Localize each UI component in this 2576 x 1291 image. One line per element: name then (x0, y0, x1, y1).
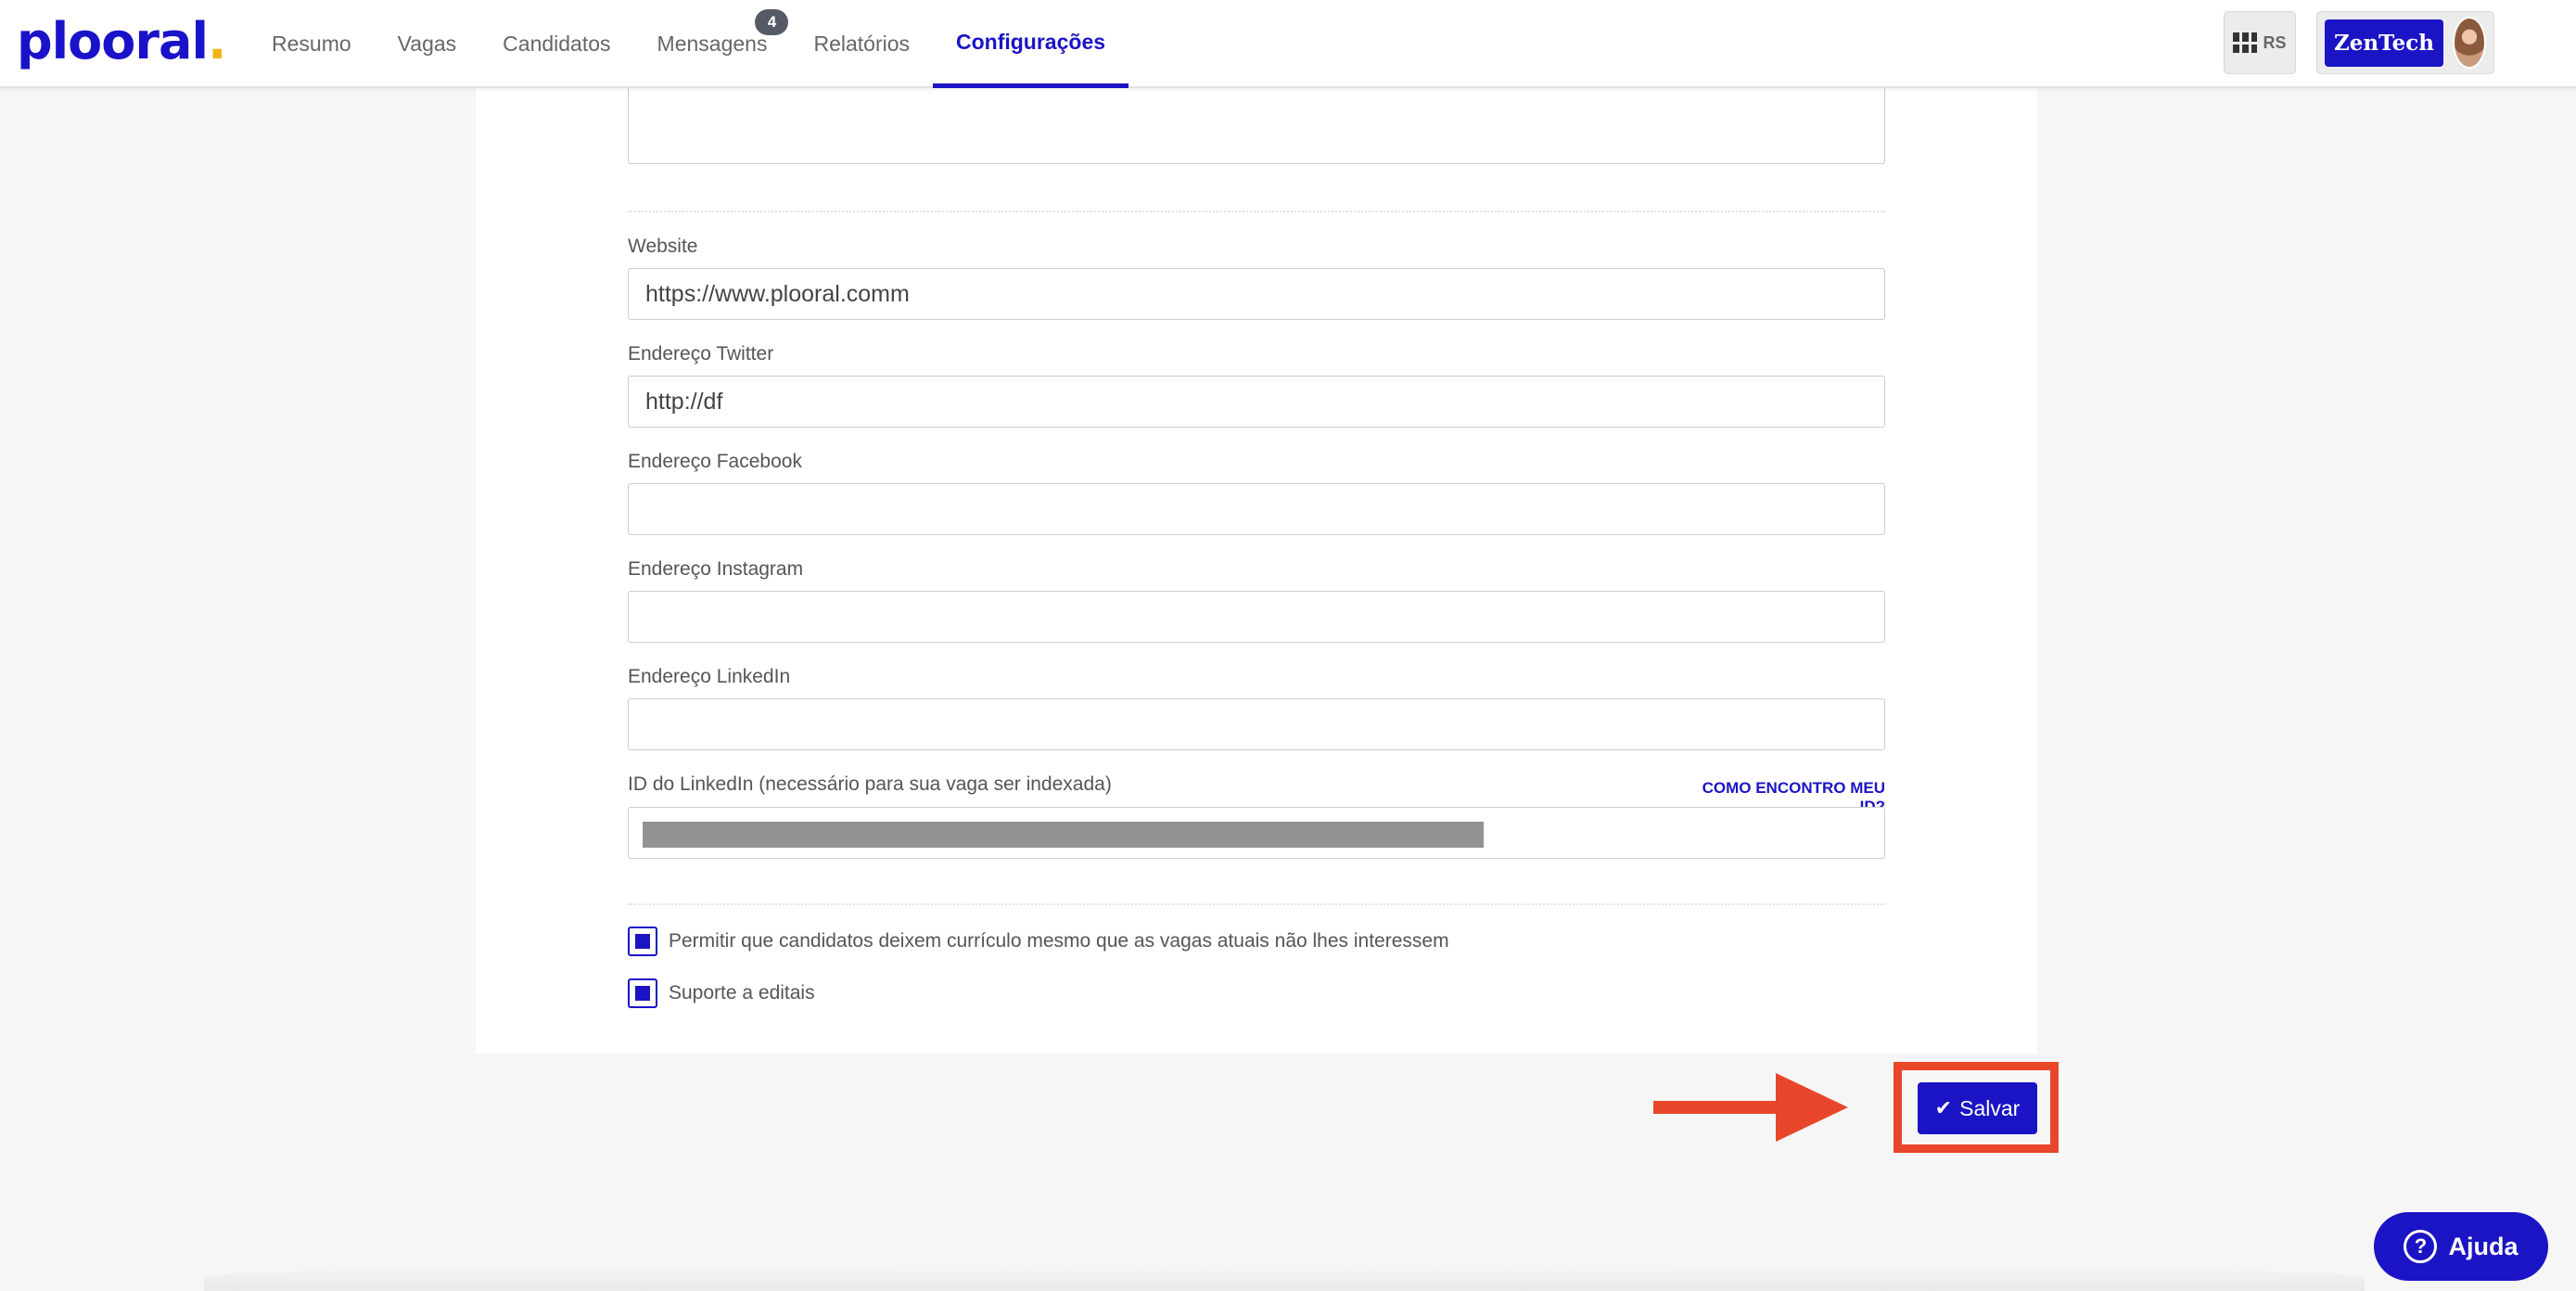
save-label: Salvar (1959, 1095, 2021, 1120)
allow-resume-option: Permitir que candidatos deixem currículo… (628, 927, 1449, 956)
nav-label: Configurações (956, 29, 1106, 54)
check-icon: ✔ (1934, 1096, 1953, 1119)
help-label: Ajuda (2448, 1232, 2519, 1260)
twitter-input[interactable]: http://df (628, 376, 1885, 428)
facebook-label: Endereço Facebook (628, 451, 802, 472)
bottom-shadow (204, 1263, 2365, 1291)
plooral-logo[interactable]: ploo ral. (17, 11, 226, 70)
editais-option: Suporte a editais (628, 978, 815, 1008)
annotation-arrow-shaft (1653, 1101, 1783, 1114)
logo-text-main: ploo (17, 11, 135, 70)
facebook-input[interactable] (628, 483, 1885, 535)
nav-item-configuracoes[interactable]: Configurações (933, 0, 1129, 88)
grid-icon (2233, 32, 2258, 53)
top-navigation-bar: ploo ral. Resumo Vagas Candidatos Mensage… (0, 0, 2576, 88)
linkedin-input[interactable] (628, 698, 1885, 750)
nav-label: Candidatos (503, 32, 611, 56)
user-avatar (2452, 17, 2486, 69)
nav-label: Mensagens (657, 32, 768, 56)
checked-mark (635, 986, 650, 1001)
website-label: Website (628, 236, 698, 257)
allow-resume-checkbox[interactable] (628, 927, 657, 956)
nav-label: Vagas (397, 32, 457, 56)
save-button[interactable]: ✔ Salvar (1918, 1082, 2037, 1134)
nav-label: Relatórios (813, 32, 910, 56)
instagram-input[interactable] (628, 591, 1885, 643)
linkedin-label: Endereço LinkedIn (628, 666, 791, 687)
nav-item-vagas[interactable]: Vagas (375, 0, 480, 88)
apps-label: RS (2263, 32, 2287, 52)
help-button[interactable]: ? Ajuda (2374, 1212, 2548, 1281)
nav-item-relatorios[interactable]: Relatórios (790, 0, 933, 88)
apps-menu-button[interactable]: RS (2224, 11, 2296, 74)
nav-item-resumo[interactable]: Resumo (249, 0, 375, 88)
nav-label: Resumo (272, 32, 351, 56)
section-divider (628, 211, 1885, 212)
website-input[interactable]: https://www.plooral.comm (628, 268, 1885, 320)
question-icon: ? (2404, 1230, 2438, 1263)
logo-dot: . (207, 11, 226, 70)
account-menu[interactable]: ZenTech (2316, 11, 2494, 74)
logo-text-tail: ral (134, 11, 209, 70)
annotation-arrow-head (1776, 1073, 1848, 1142)
nav-item-mensagens[interactable]: Mensagens 4 (634, 0, 791, 88)
twitter-label: Endereço Twitter (628, 343, 774, 364)
nav-item-candidatos[interactable]: Candidatos (479, 0, 633, 88)
description-textarea[interactable] (628, 88, 1885, 164)
redacted-value (643, 822, 1484, 848)
instagram-label: Endereço Instagram (628, 558, 804, 580)
company-name: ZenTech (2325, 19, 2443, 67)
messages-count-badge: 4 (755, 9, 789, 35)
linkedin-id-label: ID do LinkedIn (necessário para sua vaga… (628, 773, 1112, 795)
allow-resume-label: Permitir que candidatos deixem currículo… (669, 930, 1449, 952)
section-divider (628, 903, 1885, 905)
main-nav: Resumo Vagas Candidatos Mensagens 4 Rela… (249, 0, 1129, 88)
checked-mark (635, 934, 650, 949)
editais-label: Suporte a editais (669, 982, 815, 1003)
editais-checkbox[interactable] (628, 978, 657, 1008)
